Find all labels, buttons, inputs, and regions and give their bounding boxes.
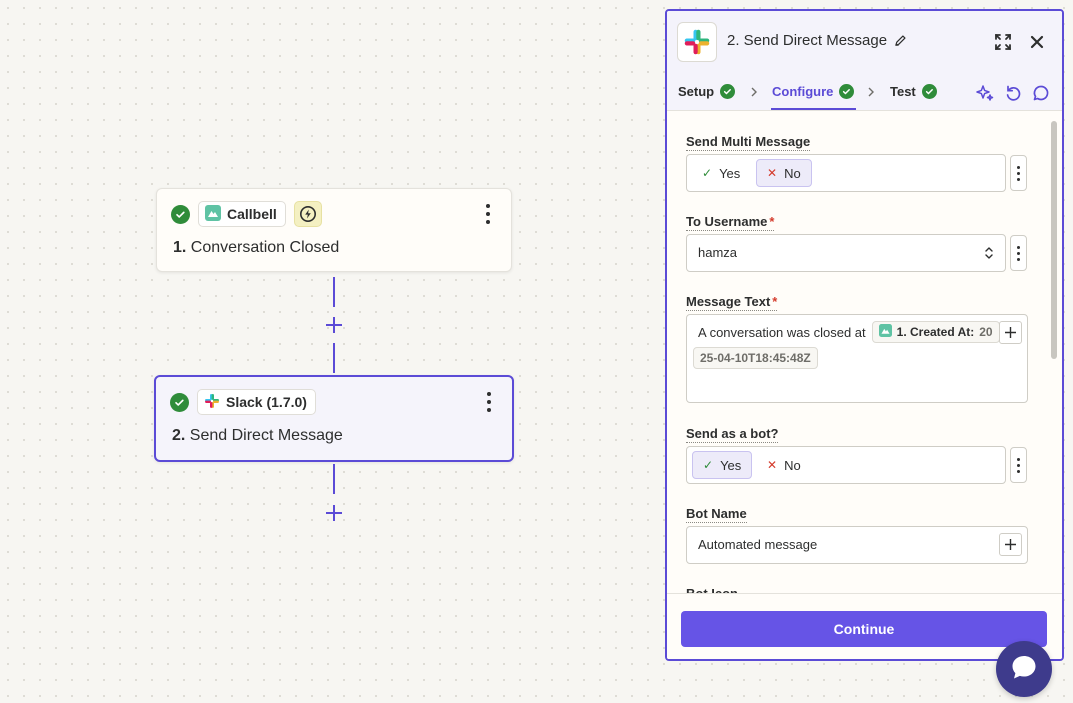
app-chip-callbell: Callbell [198, 201, 286, 227]
send-multi-label: Send Multi Message [686, 134, 811, 151]
tab-configure[interactable]: Configure [772, 84, 855, 99]
connector-line [333, 464, 335, 494]
bot-name-input[interactable]: Automated message [686, 526, 1028, 564]
form-scrollbar[interactable] [1050, 121, 1058, 601]
x-icon: ✕ [767, 166, 778, 180]
field-options-button[interactable] [1010, 447, 1027, 483]
pencil-icon[interactable] [894, 34, 907, 47]
callbell-icon [205, 204, 221, 224]
check-icon [170, 392, 189, 412]
check-icon [720, 84, 736, 99]
message-text-static: A conversation was closed at [698, 324, 866, 340]
panel-title: 2. Send Direct Message [727, 32, 907, 49]
send-multi-no[interactable]: ✕ No [756, 159, 812, 187]
field-pill-value[interactable]: 25-04-10T18:45:48Z [693, 347, 818, 369]
step-editor-panel: 2. Send Direct Message Setup Configure T… [665, 9, 1064, 661]
field-options-button[interactable] [1010, 235, 1027, 271]
check-icon: ✓ [702, 166, 713, 180]
tab-test[interactable]: Test [890, 84, 937, 99]
insert-data-button[interactable] [999, 533, 1022, 556]
send-multi-toggle: ✓ Yes ✕ No [686, 154, 1006, 192]
insert-data-button[interactable] [999, 321, 1022, 344]
step-title: 1. Conversation Closed [173, 239, 340, 256]
expand-icon[interactable] [992, 31, 1014, 53]
slack-icon [204, 393, 220, 412]
configure-form: Send Multi Message ✓ Yes ✕ No To Username *… [667, 112, 1062, 602]
app-name: Slack (1.7.0) [226, 394, 307, 410]
to-username-value: hamza [698, 245, 738, 260]
chat-bubble-icon [1009, 652, 1039, 687]
app-chip-slack: Slack (1.7.0) [197, 389, 316, 415]
send-as-bot-yes[interactable]: ✓ Yes [692, 451, 753, 479]
check-icon [921, 84, 937, 99]
chevron-right-icon [751, 87, 757, 97]
send-as-bot-label: Send as a bot? [686, 426, 779, 443]
add-step-button[interactable] [324, 503, 344, 523]
close-icon[interactable] [1026, 31, 1048, 53]
workflow-canvas: Callbell 1. Conversation Closed Slack (1… [0, 0, 665, 703]
chat-support-button[interactable] [996, 641, 1052, 697]
message-text-input[interactable]: A conversation was closed at 1. Created … [686, 314, 1028, 403]
check-icon [839, 84, 855, 99]
send-as-bot-no[interactable]: ✕ No [757, 451, 811, 479]
comment-icon[interactable] [1031, 83, 1051, 103]
sparkle-icon[interactable] [975, 83, 995, 103]
step-card-1[interactable]: Callbell 1. Conversation Closed [156, 188, 512, 272]
step-menu-button[interactable] [482, 392, 496, 412]
chevron-updown-icon [983, 246, 995, 265]
bot-name-value: Automated message [698, 537, 818, 552]
field-options-button[interactable] [1010, 155, 1027, 191]
message-text-label: Message Text * [686, 294, 778, 311]
bot-name-label: Bot Name [686, 506, 747, 523]
app-name: Callbell [227, 206, 277, 222]
step-menu-button[interactable] [481, 204, 495, 224]
active-tab-indicator [771, 108, 856, 110]
step-card-2[interactable]: Slack (1.7.0) 2. Send Direct Message [154, 375, 514, 462]
chevron-right-icon [868, 87, 874, 97]
panel-tabs: Setup Configure Test [667, 73, 1062, 111]
field-pill-created-at[interactable]: 1. Created At: 20 [871, 321, 1000, 343]
send-multi-yes[interactable]: ✓ Yes [692, 159, 750, 187]
check-icon [171, 204, 190, 224]
continue-button[interactable]: Continue [681, 611, 1047, 647]
to-username-label: To Username * [686, 214, 775, 231]
callbell-icon [878, 324, 892, 340]
tab-setup[interactable]: Setup [678, 84, 736, 99]
check-icon: ✓ [703, 458, 714, 472]
panel-header: 2. Send Direct Message [667, 11, 1062, 73]
send-as-bot-toggle: ✓ Yes ✕ No [686, 446, 1006, 484]
step-title: 2. Send Direct Message [172, 427, 343, 444]
slack-icon [677, 22, 717, 62]
add-step-button[interactable] [324, 315, 344, 335]
undo-icon[interactable] [1003, 83, 1023, 103]
connector-line [333, 277, 335, 307]
x-icon: ✕ [767, 458, 778, 472]
lightning-icon [293, 201, 322, 227]
connector-line [333, 343, 335, 373]
to-username-select[interactable]: hamza [686, 234, 1006, 272]
